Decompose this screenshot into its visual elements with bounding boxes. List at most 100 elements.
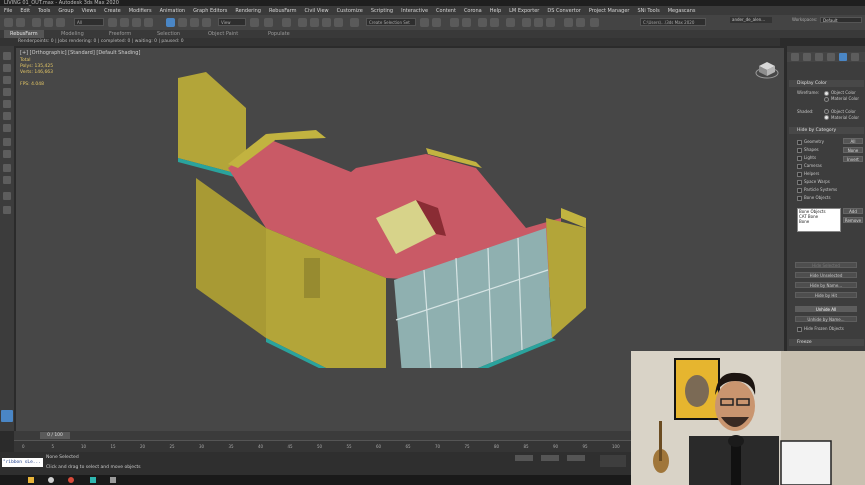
render-setup-icon[interactable]: [522, 18, 531, 27]
angle-snap-icon[interactable]: [310, 18, 319, 27]
ribbon-tab-populate[interactable]: Populate: [262, 30, 296, 38]
hide-unselected-button[interactable]: Hide Unselected: [795, 272, 857, 278]
select-and-rotate-icon[interactable]: [178, 18, 187, 27]
ribbon-tab-modeling[interactable]: Modeling: [55, 30, 90, 38]
freeze-rollout[interactable]: Freeze: [789, 339, 864, 346]
menu-rebusfarm[interactable]: RebusFarm: [265, 8, 301, 14]
curve-editor-icon[interactable]: [478, 18, 487, 27]
user-account[interactable]: ander_de_alen...: [730, 17, 772, 23]
motion-icon[interactable]: [3, 100, 11, 108]
sort-icon[interactable]: [3, 150, 11, 158]
menu-scripting[interactable]: Scripting: [367, 8, 397, 14]
viewport-label[interactable]: [+] [Orthographic] [Standard] [Default S…: [20, 50, 140, 56]
create-tab-icon[interactable]: [791, 53, 799, 61]
menu-edit[interactable]: Edit: [16, 8, 34, 14]
time-slider[interactable]: 0 / 100: [14, 431, 634, 440]
spinner-snap-icon[interactable]: [334, 18, 343, 27]
hide-by-hit-button[interactable]: Hide by Hit: [795, 292, 857, 298]
align-icon[interactable]: [432, 18, 441, 27]
modify-icon[interactable]: [3, 76, 11, 84]
utilities-tab-icon[interactable]: [851, 53, 859, 61]
remove-button[interactable]: Remove: [843, 217, 863, 223]
file-explorer-icon[interactable]: [28, 477, 34, 483]
layer-explorer-icon[interactable]: [462, 18, 471, 27]
menu-content[interactable]: Content: [432, 8, 460, 14]
building-model[interactable]: [166, 68, 606, 368]
3ds-max-icon[interactable]: [90, 477, 96, 483]
hierarchy-tab-icon[interactable]: [815, 53, 823, 61]
menu-group[interactable]: Group: [54, 8, 77, 14]
select-manipulate-icon[interactable]: [264, 18, 273, 27]
time-slider-handle[interactable]: 0 / 100: [40, 432, 70, 439]
project-folder-icon[interactable]: [590, 18, 599, 27]
undo-icon[interactable]: [4, 18, 13, 27]
menu-file[interactable]: File: [0, 8, 16, 14]
modify-tab-icon[interactable]: [803, 53, 811, 61]
wireframe-object-color-radio[interactable]: [824, 91, 829, 96]
project-path-field[interactable]: C:\Users\...\3ds Max 2020: [640, 18, 706, 26]
wireframe-material-color-radio[interactable]: [824, 97, 829, 102]
add-button[interactable]: Add: [843, 208, 863, 214]
list-item[interactable]: Bone: [798, 219, 840, 224]
x-coordinate-field[interactable]: [515, 455, 533, 461]
category-checkbox-lights[interactable]: [797, 156, 802, 161]
window-crossing-icon[interactable]: [144, 18, 153, 27]
filter-icon[interactable]: [3, 138, 11, 146]
category-checkbox-shapes[interactable]: [797, 148, 802, 153]
bind-space-warp-icon[interactable]: [56, 18, 65, 27]
menu-graph-editors[interactable]: Graph Editors: [189, 8, 231, 14]
menu-views[interactable]: Views: [78, 8, 100, 14]
menu-tools[interactable]: Tools: [34, 8, 54, 14]
select-and-scale-icon[interactable]: [190, 18, 199, 27]
shaded-material-color-radio[interactable]: [824, 115, 829, 120]
bone-objects-list[interactable]: Bone Objects CAT Bone Bone: [797, 208, 841, 232]
snaps-toggle-icon[interactable]: [298, 18, 307, 27]
ribbon-tab-freeform[interactable]: Freeform: [103, 30, 137, 38]
create-icon[interactable]: [3, 64, 11, 72]
settings-icon[interactable]: [3, 206, 11, 214]
ribbon-tab-rebusfarm[interactable]: RebusFarm: [4, 30, 44, 38]
menu-project-manager[interactable]: Project Manager: [585, 8, 634, 14]
display-color-rollout[interactable]: Display Color: [789, 80, 864, 87]
unhide-by-name-button[interactable]: Unhide by Name...: [795, 316, 857, 322]
display-icon[interactable]: [3, 112, 11, 120]
hide-frozen-checkbox[interactable]: [797, 327, 802, 332]
corona-icon[interactable]: [564, 18, 573, 27]
scene-explorer-icon[interactable]: [450, 18, 459, 27]
keyboard-shortcut-override-icon[interactable]: [282, 18, 291, 27]
category-none-button[interactable]: None: [843, 147, 863, 153]
unlink-icon[interactable]: [44, 18, 53, 27]
menu-animation[interactable]: Animation: [156, 8, 190, 14]
menu-modifiers[interactable]: Modifiers: [125, 8, 156, 14]
render-production-icon[interactable]: [546, 18, 555, 27]
z-coordinate-field[interactable]: [567, 455, 585, 461]
hide-by-category-rollout[interactable]: Hide by Category: [789, 127, 864, 134]
display-tab-icon[interactable]: [839, 53, 847, 61]
percent-snap-icon[interactable]: [322, 18, 331, 27]
category-checkbox-cameras[interactable]: [797, 164, 802, 169]
select-and-move-icon[interactable]: [166, 18, 175, 27]
category-checkbox-helpers[interactable]: [797, 172, 802, 177]
browser-icon[interactable]: [48, 477, 54, 483]
edit-named-selection-icon[interactable]: [350, 18, 359, 27]
viewcube-icon[interactable]: [754, 58, 780, 80]
menu-civil-view[interactable]: Civil View: [301, 8, 333, 14]
menu-lm-exporter[interactable]: LM Exporter: [505, 8, 543, 14]
shaded-object-color-radio[interactable]: [824, 109, 829, 114]
animation-controls[interactable]: [600, 455, 626, 467]
hide-selected-button[interactable]: Hide Selected: [795, 262, 857, 268]
hide-icon[interactable]: [3, 176, 11, 184]
category-checkbox-space-warps[interactable]: [797, 180, 802, 185]
reference-coordinate-dropdown[interactable]: View: [218, 18, 246, 26]
redo-icon[interactable]: [16, 18, 25, 27]
category-checkbox-bone-objects[interactable]: [797, 196, 802, 201]
named-selection-set-dropdown[interactable]: Create Selection Set: [366, 18, 416, 26]
utilities-icon[interactable]: [3, 124, 11, 132]
menu-corona[interactable]: Corona: [460, 8, 486, 14]
menu-interactive[interactable]: Interactive: [397, 8, 432, 14]
rendered-frame-window-icon[interactable]: [534, 18, 543, 27]
ribbon-tab-selection[interactable]: Selection: [151, 30, 186, 38]
menu-ds-convertor[interactable]: DS Convertor: [543, 8, 585, 14]
y-coordinate-field[interactable]: [541, 455, 559, 461]
hide-by-name-button[interactable]: Hide by Name...: [795, 282, 857, 288]
